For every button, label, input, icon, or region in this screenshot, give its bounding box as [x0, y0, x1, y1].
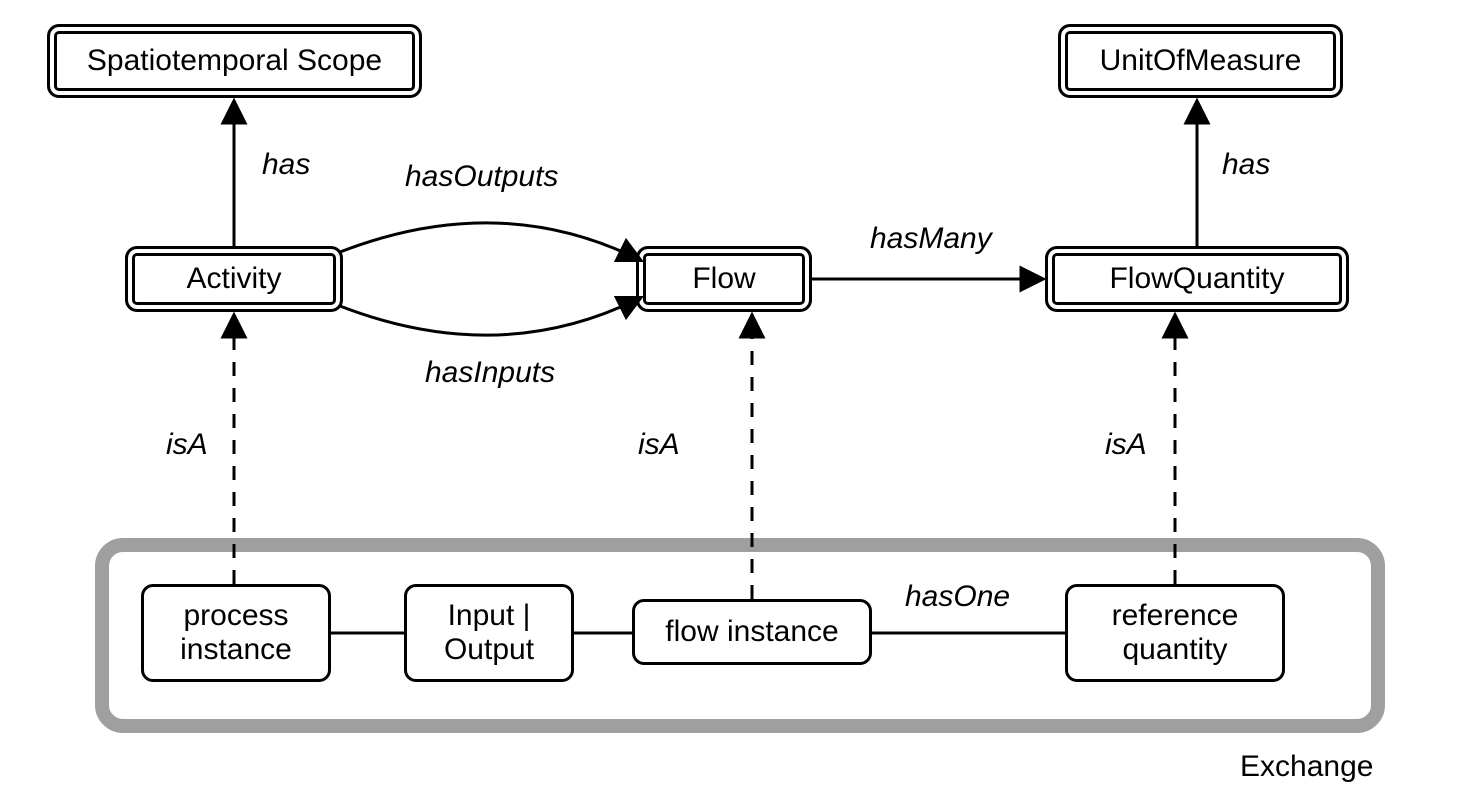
edge-label-hasoutputs: hasOutputs — [405, 160, 558, 194]
node-spatiotemporal-scope: Spatiotemporal Scope — [47, 24, 422, 98]
node-flow: Flow — [636, 246, 812, 312]
node-flow-quantity: FlowQuantity — [1045, 246, 1349, 312]
node-label: flow instance — [665, 615, 838, 650]
node-label: Input | Output — [444, 599, 534, 668]
node-label: FlowQuantity — [1109, 262, 1284, 297]
node-unit-of-measure: UnitOfMeasure — [1058, 24, 1343, 98]
node-reference-quantity: reference quantity — [1065, 584, 1285, 682]
edge-label-isa-1: isA — [166, 428, 208, 462]
edge-label-hasinputs: hasInputs — [425, 356, 555, 390]
node-label: process instance — [180, 599, 292, 668]
edge-label-hasmany: hasMany — [870, 222, 992, 256]
node-label: UnitOfMeasure — [1100, 44, 1302, 79]
node-label: Spatiotemporal Scope — [87, 44, 382, 79]
node-flow-instance: flow instance — [632, 599, 872, 665]
exchange-label: Exchange — [1240, 750, 1373, 784]
node-process-instance: process instance — [141, 584, 331, 682]
node-label: Activity — [186, 262, 281, 297]
edge-label-has-right: has — [1222, 148, 1270, 182]
node-label: reference quantity — [1112, 599, 1239, 668]
node-label: Flow — [692, 262, 755, 297]
edge-label-hasone: hasOne — [905, 580, 1010, 614]
edge-label-isa-2: isA — [638, 428, 680, 462]
node-activity: Activity — [125, 246, 343, 312]
edge-label-has-left: has — [262, 148, 310, 182]
node-input-output: Input | Output — [404, 584, 574, 682]
edge-label-isa-3: isA — [1105, 428, 1147, 462]
